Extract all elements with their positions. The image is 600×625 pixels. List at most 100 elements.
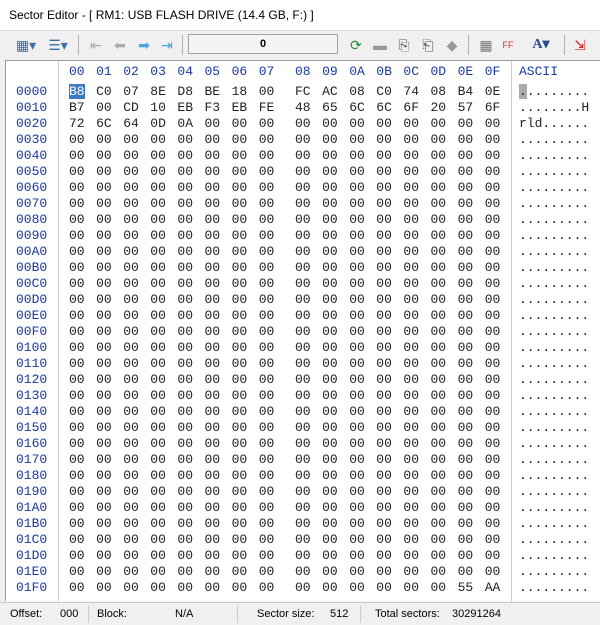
hex-byte[interactable]: 00 [259,548,275,563]
ascii-text[interactable]: ......... [519,196,589,211]
hex-byte[interactable]: 00 [431,372,447,387]
hex-byte[interactable]: 00 [349,372,365,387]
hex-byte[interactable]: 00 [177,212,193,227]
hex-byte[interactable]: 00 [349,212,365,227]
hex-byte[interactable]: 00 [431,276,447,291]
hex-byte[interactable]: 00 [205,372,221,387]
hex-byte[interactable]: 00 [96,388,112,403]
hex-byte[interactable]: 00 [177,532,193,547]
hex-byte[interactable]: 00 [322,452,338,467]
hex-byte[interactable]: 6C [96,116,112,131]
hex-byte[interactable]: 00 [232,548,248,563]
hex-byte[interactable]: 00 [295,212,311,227]
hex-byte[interactable]: 00 [295,548,311,563]
hex-byte[interactable]: 00 [485,212,501,227]
hex-byte[interactable]: 00 [177,516,193,531]
hex-byte[interactable]: 00 [150,308,166,323]
exit-icon[interactable]: ⇲ [570,36,590,54]
hex-byte[interactable]: 00 [205,260,221,275]
hex-byte[interactable]: 00 [259,308,275,323]
hex-byte[interactable]: FE [259,100,275,115]
hex-byte[interactable]: 00 [431,356,447,371]
hex-byte[interactable]: 00 [458,116,474,131]
hex-byte[interactable]: 00 [177,292,193,307]
hex-byte[interactable]: C0 [96,84,112,99]
hex-byte[interactable]: 00 [96,292,112,307]
hex-byte[interactable]: 00 [458,180,474,195]
hex-byte[interactable]: 00 [485,228,501,243]
hex-byte[interactable]: 00 [150,484,166,499]
hex-byte[interactable]: 00 [69,484,85,499]
hex-byte[interactable]: 00 [431,228,447,243]
hex-byte[interactable]: 00 [349,484,365,499]
paste-icon[interactable]: ⎗ [418,36,438,54]
hex-byte[interactable]: 00 [376,548,392,563]
hex-byte[interactable]: 00 [232,484,248,499]
hex-byte[interactable]: 00 [403,324,419,339]
hex-byte[interactable]: 00 [431,420,447,435]
hex-byte[interactable]: 00 [205,276,221,291]
hex-byte[interactable]: 00 [69,404,85,419]
hex-byte[interactable]: 00 [123,196,139,211]
hex-byte[interactable]: 00 [259,324,275,339]
hex-byte[interactable]: 00 [376,516,392,531]
hex-decimal-icon[interactable]: FF [498,36,518,54]
hex-byte[interactable]: 00 [123,292,139,307]
hex-byte[interactable]: 00 [123,244,139,259]
hex-byte[interactable]: 00 [123,420,139,435]
hex-byte[interactable]: 00 [259,404,275,419]
fill-icon[interactable]: ◆ [442,36,462,54]
hex-byte[interactable]: 00 [485,452,501,467]
hex-byte[interactable]: 00 [403,404,419,419]
hex-byte[interactable]: 00 [431,148,447,163]
hex-byte[interactable]: 00 [259,356,275,371]
hex-byte[interactable]: 00 [96,500,112,515]
hex-byte[interactable]: 00 [403,132,419,147]
hex-byte[interactable]: 00 [485,500,501,515]
hex-byte[interactable]: 00 [123,228,139,243]
hex-byte[interactable]: 00 [349,164,365,179]
hex-byte[interactable]: 00 [458,404,474,419]
hex-byte[interactable]: 00 [150,532,166,547]
hex-byte[interactable]: 00 [96,468,112,483]
hex-byte[interactable]: 00 [259,148,275,163]
hex-byte[interactable]: 00 [458,308,474,323]
hex-byte[interactable]: 00 [69,564,85,579]
ascii-text[interactable]: ......... [519,388,589,403]
hex-byte[interactable]: 00 [431,212,447,227]
hex-byte[interactable]: 00 [150,404,166,419]
hex-byte[interactable]: 6F [485,100,501,115]
hex-byte[interactable]: 00 [177,436,193,451]
hex-byte[interactable]: 00 [232,436,248,451]
hex-byte[interactable]: 00 [232,260,248,275]
hex-byte[interactable]: 00 [376,436,392,451]
hex-byte[interactable]: 00 [123,164,139,179]
hex-byte[interactable]: 00 [349,228,365,243]
hex-byte[interactable]: 00 [205,180,221,195]
ascii-text[interactable]: ......... [519,228,589,243]
hex-byte[interactable]: 00 [205,564,221,579]
hex-byte[interactable]: 00 [177,244,193,259]
hex-byte[interactable]: 00 [205,452,221,467]
hex-byte[interactable]: 00 [69,148,85,163]
hex-byte[interactable]: 00 [485,388,501,403]
hex-byte[interactable]: 00 [322,228,338,243]
hex-byte[interactable]: 00 [259,212,275,227]
hex-byte[interactable]: 00 [232,196,248,211]
hex-byte[interactable]: 00 [96,324,112,339]
hex-byte[interactable]: 00 [376,244,392,259]
ascii-text[interactable]: ......... [519,404,589,419]
hex-byte[interactable]: 00 [150,276,166,291]
hex-byte[interactable]: 72 [69,116,85,131]
ascii-text[interactable]: ......... [519,356,589,371]
hex-byte[interactable]: 00 [259,516,275,531]
hex-byte[interactable]: 00 [259,500,275,515]
hex-byte[interactable]: 00 [123,468,139,483]
hex-byte[interactable]: 6C [376,100,392,115]
hex-byte[interactable]: 00 [458,244,474,259]
hex-byte[interactable]: 00 [150,196,166,211]
hex-byte[interactable]: 00 [458,436,474,451]
hex-byte[interactable]: 00 [376,116,392,131]
hex-byte[interactable]: 00 [431,180,447,195]
hex-byte[interactable]: 00 [322,580,338,595]
